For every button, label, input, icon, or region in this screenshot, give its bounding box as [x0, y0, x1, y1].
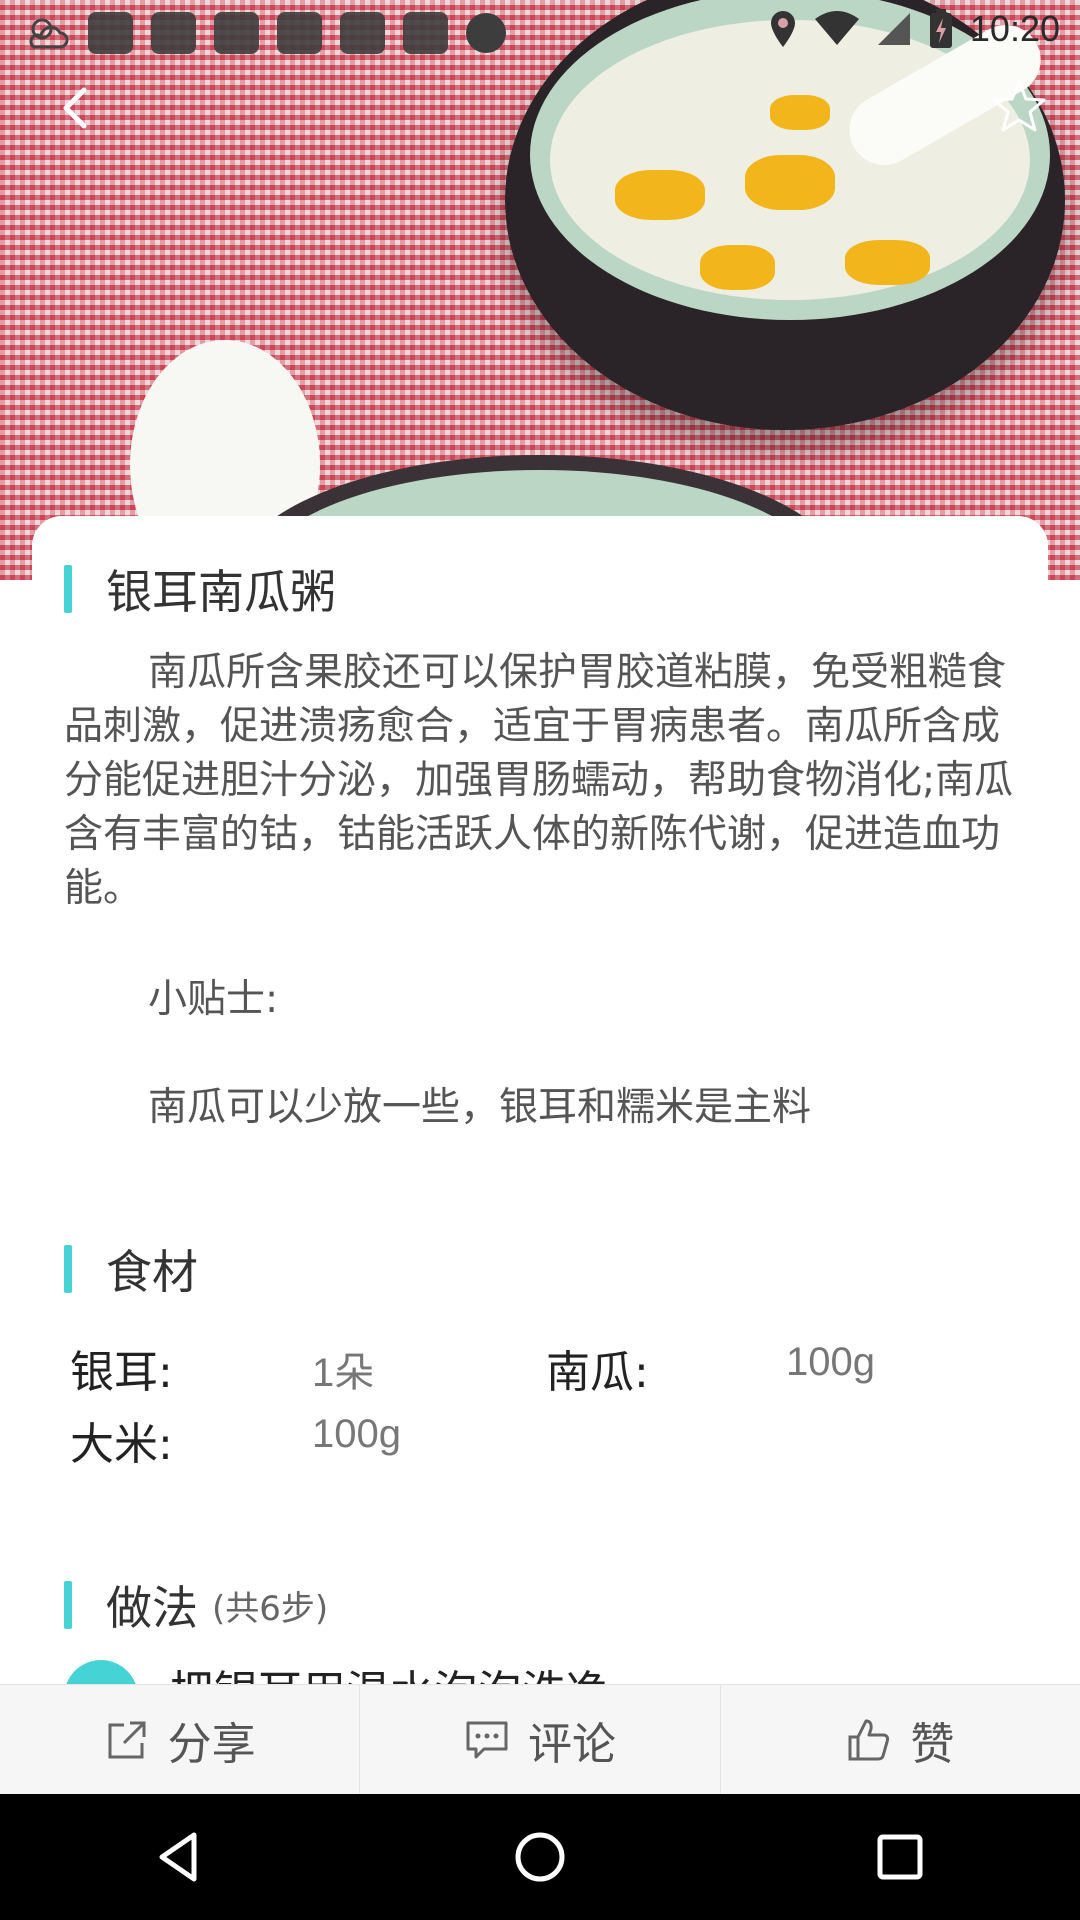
pumpkin-piece [615, 170, 705, 220]
recents-square-icon[interactable] [870, 1827, 930, 1887]
ingredient-amount: 1朵 [312, 1351, 375, 1395]
status-bar-right: 10:20 [768, 8, 1060, 50]
recipe-description: 南瓜所含果胶还可以保护胃胶道粘膜，免受粗糙食品刺激，促进溃疡愈合，适宜于胃病患者… [64, 650, 1014, 911]
ingredient-amount: 100g [312, 1412, 401, 1456]
star-outline-icon[interactable] [990, 78, 1048, 136]
method-title-text: 做法 [106, 1581, 198, 1635]
notification-icon [151, 12, 196, 54]
system-navigation-bar [0, 1794, 1080, 1920]
pumpkin-piece [770, 95, 830, 130]
status-bar: 10:20 [0, 0, 1080, 64]
comment-label: 评论 [527, 1719, 616, 1770]
action-bar: 分享 评论 赞 [0, 1684, 1080, 1795]
notification-dot-icon [466, 13, 506, 53]
ingredient-name: 大米: [70, 1419, 173, 1470]
battery-charging-icon [929, 9, 952, 48]
notification-icon [403, 12, 448, 54]
recipe-title: 银耳南瓜粥 [64, 556, 336, 622]
notification-icon [340, 12, 385, 54]
like-label: 赞 [910, 1719, 955, 1770]
home-circle-icon[interactable] [510, 1827, 570, 1887]
clock: 10:20 [969, 8, 1060, 49]
tips-label: 小贴士: [148, 977, 279, 1022]
notification-icons [26, 12, 506, 54]
chevron-left-icon[interactable] [48, 80, 104, 136]
comment-button[interactable]: 评论 [359, 1685, 719, 1795]
ingredient-amount: 100g [786, 1340, 875, 1384]
pumpkin-piece [845, 240, 930, 285]
back-triangle-icon[interactable] [150, 1827, 210, 1887]
location-icon [770, 11, 795, 47]
weather-cloud-icon [29, 18, 69, 49]
notification-icon [214, 12, 259, 54]
recipe-hero-image [0, 0, 1080, 580]
pumpkin-piece [700, 245, 775, 290]
wifi-icon [814, 11, 859, 45]
ingredient-name: 南瓜: [546, 1347, 649, 1398]
section-accent-bar [64, 565, 72, 613]
section-accent-bar [64, 1581, 72, 1629]
ingredient-name: 银耳: [70, 1347, 173, 1398]
like-button[interactable]: 赞 [719, 1685, 1080, 1795]
notification-icon [277, 12, 322, 54]
tips-text: 南瓜可以少放一些，银耳和糯米是主料 [148, 1085, 812, 1130]
steps-count: (共6步) [212, 1588, 329, 1629]
share-icon [108, 1721, 146, 1759]
ingredients-title: 食材 [64, 1236, 198, 1302]
pumpkin-piece [745, 155, 835, 210]
comment-icon [466, 1721, 508, 1759]
recipe-title-text: 银耳南瓜粥 [106, 565, 336, 619]
notification-icon [88, 12, 133, 54]
section-accent-bar [64, 1245, 72, 1293]
method-title: 做法 (共6步) [64, 1572, 328, 1638]
thumbs-up-icon [848, 1719, 890, 1761]
signal-icon [877, 13, 910, 45]
share-label: 分享 [167, 1719, 256, 1770]
ingredients-title-text: 食材 [106, 1245, 198, 1299]
share-button[interactable]: 分享 [0, 1685, 359, 1795]
